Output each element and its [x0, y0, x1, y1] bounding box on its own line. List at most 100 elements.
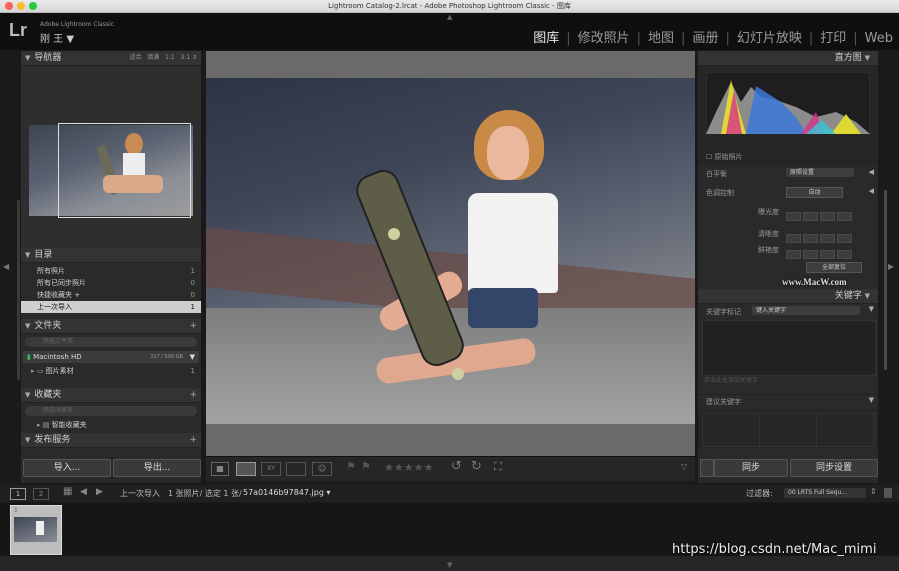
survey-view-icon[interactable] [286, 462, 306, 476]
publish-services-header[interactable]: ▼ 发布服务 + [21, 433, 201, 448]
navigator-view-rect[interactable] [58, 123, 191, 218]
histogram-header[interactable]: 直方图 ▼ [698, 51, 878, 66]
forward-arrow-icon[interactable]: ▶ [96, 487, 103, 497]
folders-header[interactable]: ▼ 文件夹 + [21, 319, 201, 334]
keyword-add-input[interactable]: 单击此处添加关键字 [704, 376, 874, 385]
volume-expand-icon[interactable]: ▼ [190, 351, 195, 363]
filter-lock-icon[interactable] [884, 488, 892, 498]
thumbnail-figure [36, 521, 44, 535]
add-collection-icon[interactable]: + [189, 388, 197, 402]
white-balance-expand-icon[interactable]: ◀ [869, 168, 874, 176]
auto-tone-button[interactable]: 自动 [786, 187, 843, 198]
catalog-header[interactable]: ▼ 目录 [21, 248, 201, 263]
suggested-keywords-expand-icon[interactable]: ▼ [869, 396, 874, 404]
module-book[interactable]: 画册 [692, 31, 718, 46]
module-library[interactable]: 图库 [533, 31, 559, 46]
compare-view-icon[interactable]: XY [261, 462, 281, 476]
left-panel-toggle-icon[interactable]: ◀ [3, 262, 9, 271]
keyword-entry-area[interactable] [702, 320, 876, 376]
collections-header[interactable]: ▼ 收藏夹 + [21, 388, 201, 403]
folder-row[interactable]: ▸ ▭ 图片素材 1 [21, 365, 201, 377]
add-publish-icon[interactable]: + [189, 433, 197, 447]
loupe-view-icon[interactable] [236, 462, 256, 476]
keyword-tags-expand-icon[interactable]: ▼ [869, 305, 874, 313]
filter-preset-arrows-icon[interactable]: ⇕ [870, 487, 877, 496]
import-button[interactable]: 导入... [23, 459, 111, 477]
filter-preset-select[interactable]: 00 LRTS Full Sequ... [784, 488, 866, 498]
grid-icon[interactable]: ▦ [63, 486, 72, 497]
zoom-3-1[interactable]: 3:1 [180, 54, 190, 61]
sync-settings-button[interactable]: 同步设置 [790, 459, 878, 477]
smart-collection-row[interactable]: ▸ ▤ 智能收藏夹 [21, 419, 201, 431]
original-photo-toggle[interactable]: ☐ 原始照片 [706, 152, 743, 162]
toolbar-options-icon[interactable]: ▽ [681, 462, 687, 471]
tone-expand-icon[interactable]: ◀ [869, 187, 874, 195]
left-panel-scrollbar[interactable] [17, 200, 20, 380]
reset-all-button[interactable]: 全部复位 [806, 262, 862, 273]
module-print[interactable]: 打印 [820, 31, 846, 46]
collection-search-input[interactable]: 筛选收藏夹 [25, 406, 197, 416]
identity-plate[interactable]: 刚 王 ▼ [40, 30, 74, 45]
sync-button[interactable]: 同步 [714, 459, 788, 477]
collapse-top-icon[interactable]: ▲ [447, 13, 452, 21]
module-develop[interactable]: 修改照片 [578, 31, 630, 46]
module-slideshow[interactable]: 幻灯片放映 [737, 31, 802, 46]
catalog-item-quick-collection[interactable]: 快捷收藏夹 + 0 [21, 289, 201, 301]
zoom-1-1[interactable]: 1:1 [165, 54, 175, 61]
smart-collection-disclosure-icon[interactable]: ▸ [37, 421, 41, 429]
main-window-button[interactable]: 1 [10, 488, 26, 500]
suggested-keywords-header[interactable]: 建议关键字 ▼ [698, 394, 878, 409]
vibrance-steppers[interactable] [786, 244, 854, 263]
folder-search-placeholder: 筛选文件夹 [43, 338, 74, 345]
flag-pick-icon[interactable]: ⚑ [346, 460, 356, 473]
white-balance-select[interactable]: 原照设置 [786, 168, 854, 177]
filter-preset-value: 00 LRTS Full Sequ... [788, 489, 847, 496]
histogram-graph [706, 72, 870, 134]
crop-icon[interactable]: ⛶ [494, 460, 502, 474]
lr-logo: Lr [9, 20, 27, 40]
keyword-tags-select[interactable]: 键入关键字 [752, 306, 860, 315]
grid-view-icon[interactable]: ▦ [211, 462, 229, 476]
volume-row[interactable]: ▮ Macintosh HD 317 / 500 GB ▼ [23, 351, 199, 363]
rotate-right-icon[interactable]: ↻ [471, 459, 482, 474]
people-view-icon[interactable]: ☺ [312, 462, 332, 476]
suggested-keywords-cells[interactable] [702, 413, 876, 447]
add-folder-icon[interactable]: + [189, 319, 197, 333]
sync-toggle-switch[interactable] [700, 459, 714, 477]
blog-watermark: https://blog.csdn.net/Mac_mimi [672, 542, 877, 557]
filmstrip-thumbnail[interactable]: 1 [10, 505, 62, 555]
back-arrow-icon[interactable]: ◀ [80, 487, 87, 497]
selected-filename[interactable]: 57a0146b97847.jpg ▾ [243, 488, 330, 497]
photo-face [487, 126, 529, 180]
module-map[interactable]: 地图 [648, 31, 674, 46]
left-panel: ▼ 导航器 适合 填满 1:1 3:1 ⇕ ▼ 目录 所有照片 1 所有已同步照片 0 … [21, 51, 201, 483]
navigator-header[interactable]: ▼ 导航器 适合 填满 1:1 3:1 ⇕ [21, 51, 201, 66]
source-breadcrumb[interactable]: 上一次导入 [120, 488, 160, 499]
flag-reject-icon[interactable]: ⚑ [361, 460, 371, 473]
collapse-bottom-icon[interactable]: ▼ [447, 561, 452, 569]
keywording-header[interactable]: 关键字 ▼ [698, 289, 878, 304]
right-panel-scrollbar[interactable] [884, 190, 887, 370]
catalog-item-synced[interactable]: 所有已同步照片 0 [21, 277, 201, 289]
exposure-steppers[interactable] [786, 206, 854, 225]
module-web[interactable]: Web [865, 31, 893, 46]
folder-search-input[interactable]: 筛选文件夹 [25, 337, 197, 347]
volume-space: 317 / 500 GB [150, 354, 183, 360]
app-name: Adobe Lightroom Classic [40, 21, 115, 28]
zoom-fit[interactable]: 适合 [130, 54, 142, 61]
export-button[interactable]: 导出... [113, 459, 201, 477]
keyword-tags-value: 键入关键字 [756, 307, 787, 314]
zoom-fill[interactable]: 填满 [147, 54, 159, 61]
right-panel: 直方图 ▼ ☐ 原始照片 白平衡 原照设置 ◀ 色调控制 自动 ◀ 曝光度 清晰… [698, 51, 878, 483]
main-photo[interactable] [206, 78, 695, 424]
rotate-left-icon[interactable]: ↺ [451, 459, 462, 474]
library-toolbar: ▦ XY ☺ ⚑ ⚑ ★★★★★ ↺ ↻ ⛶ ▽ [206, 456, 695, 481]
catalog-title: 目录 [34, 250, 53, 260]
catalog-item-previous-import[interactable]: 上一次导入 1 [21, 301, 201, 313]
vibrance-label: 鲜艳度 [758, 246, 779, 254]
right-panel-toggle-icon[interactable]: ▶ [888, 262, 894, 271]
folder-disclosure-icon[interactable]: ▸ [31, 367, 35, 375]
catalog-item-all-photos[interactable]: 所有照片 1 [21, 265, 201, 277]
secondary-window-button[interactable]: 2 [33, 488, 49, 500]
star-rating[interactable]: ★★★★★ [384, 461, 433, 474]
